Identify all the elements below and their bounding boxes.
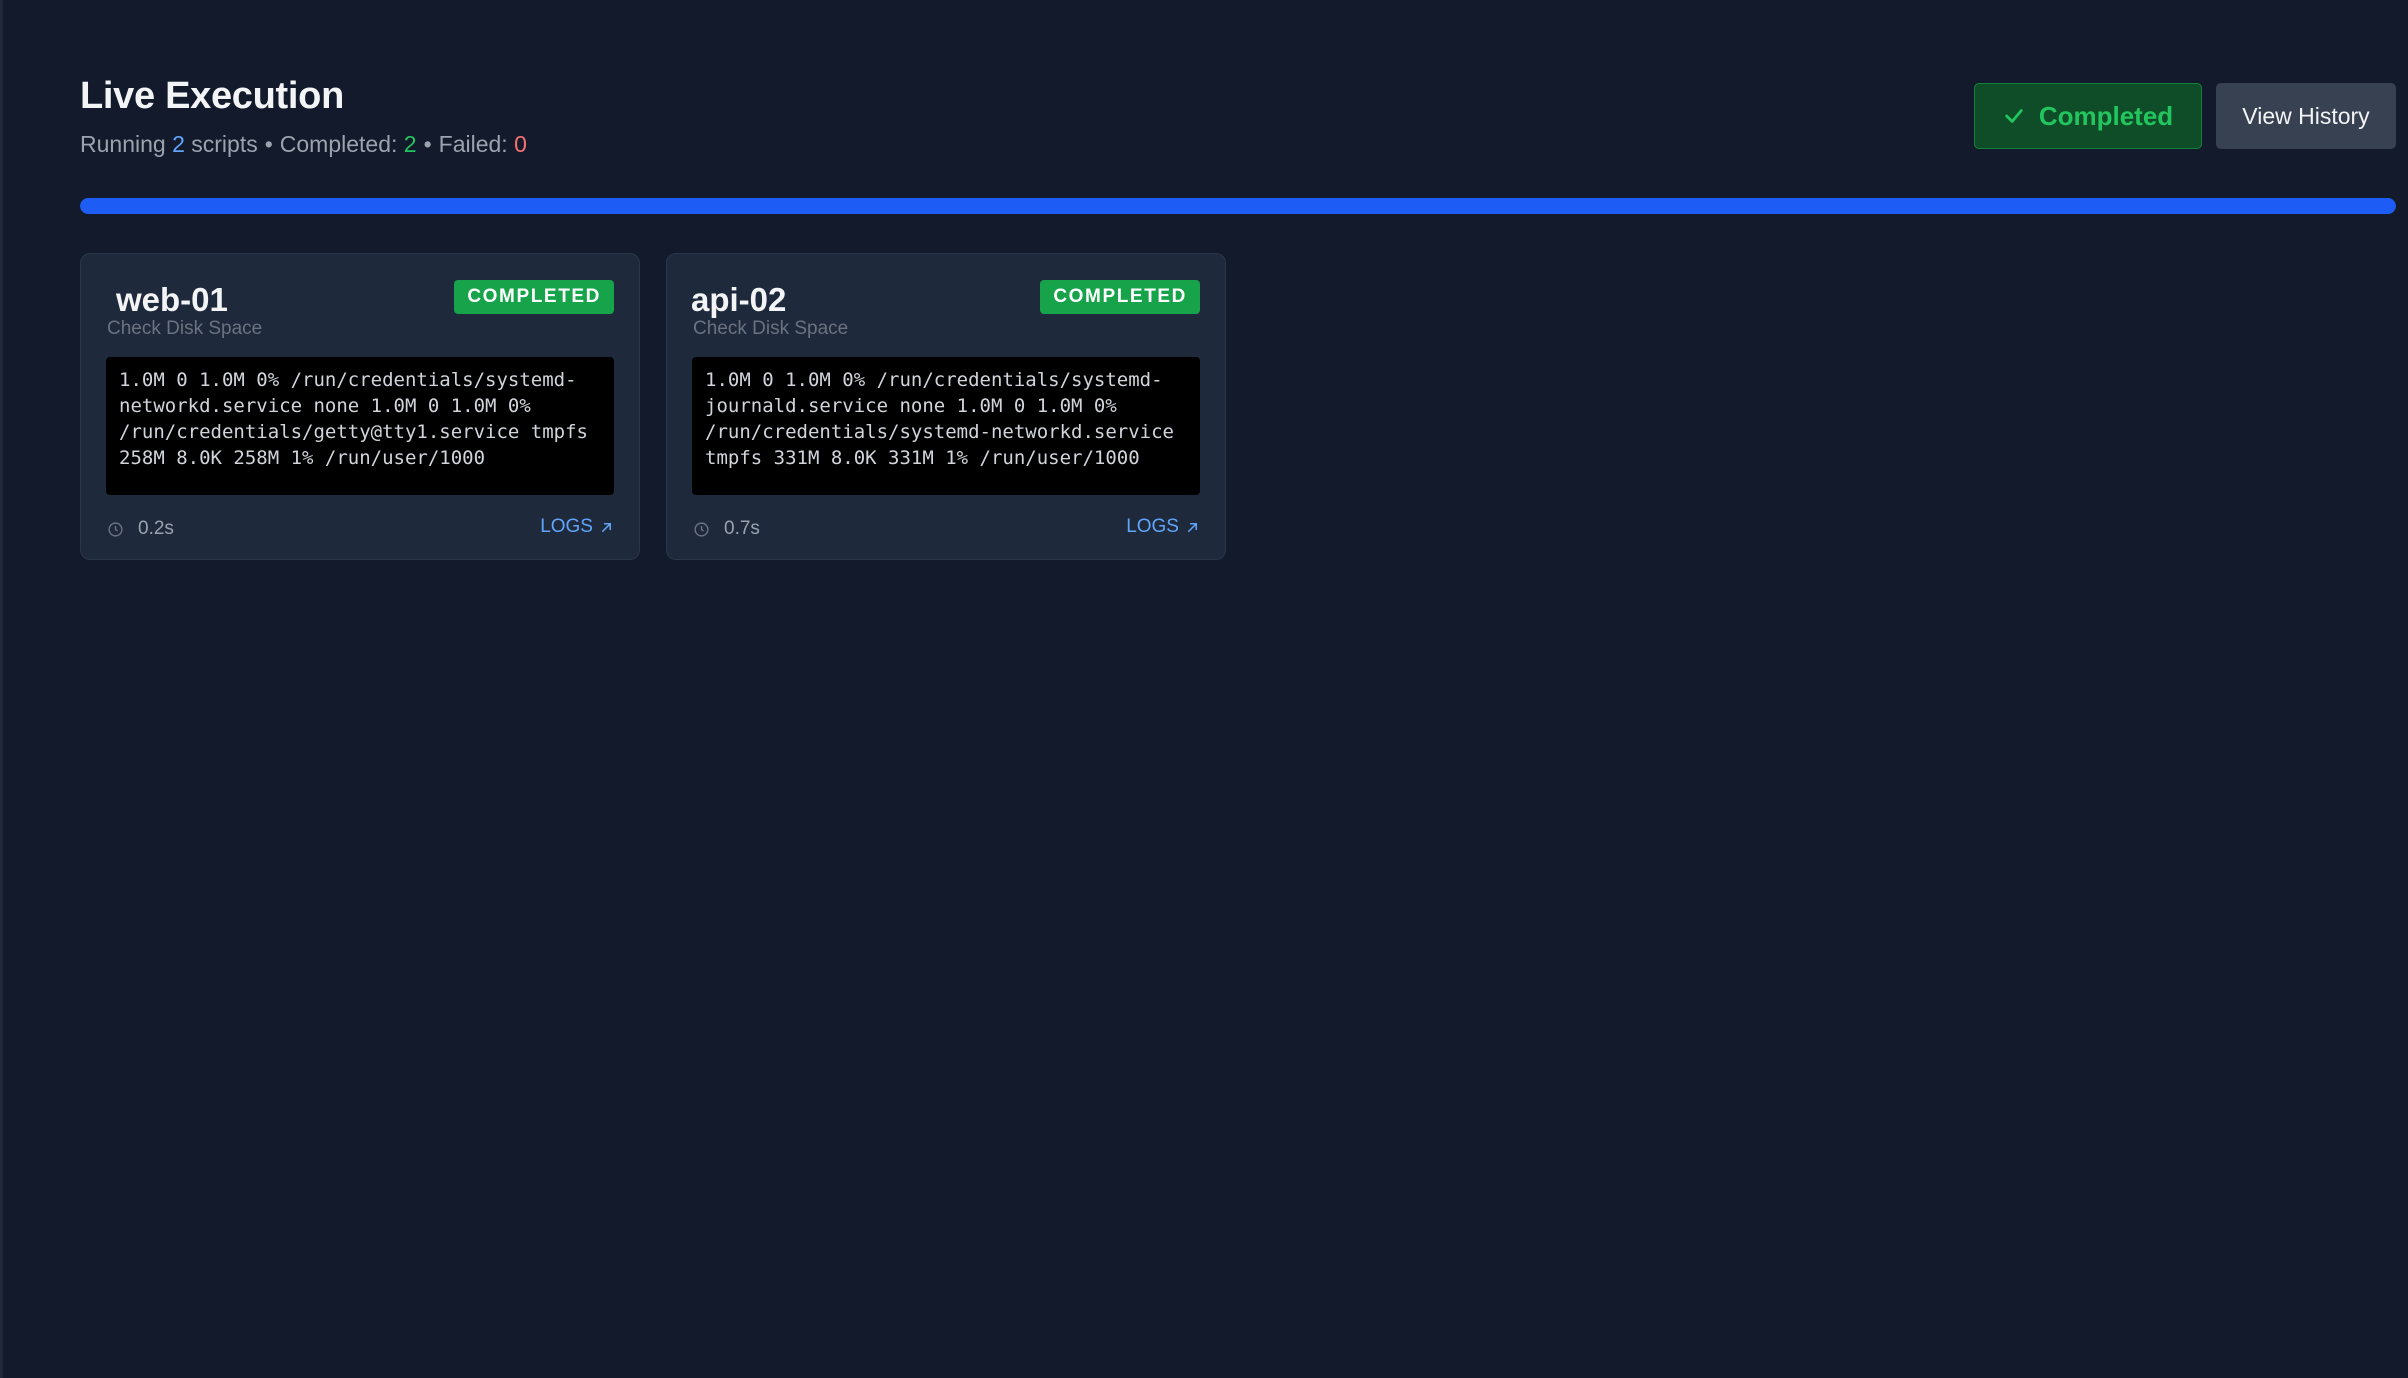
script-name: Check Disk Space xyxy=(107,318,263,339)
logs-link[interactable]: LOGS xyxy=(540,516,614,538)
clock-icon xyxy=(694,521,709,537)
script-name: Check Disk Space xyxy=(693,318,849,339)
running-prefix: Running xyxy=(80,131,166,157)
view-history-button[interactable]: View History xyxy=(2216,83,2396,149)
completed-status-button[interactable]: Completed xyxy=(1974,83,2202,149)
duration: 0.7s xyxy=(693,518,760,540)
external-arrow-icon xyxy=(1187,522,1198,532)
completed-count: 2 xyxy=(403,131,417,157)
left-border xyxy=(0,0,3,1378)
summary-separator: • xyxy=(423,131,432,157)
host-card-web-01: web-01 Check Disk Space COMPLETED 1.0M 0… xyxy=(80,253,640,560)
progress-fill xyxy=(80,198,2396,214)
completed-status-label: Completed xyxy=(2038,100,2174,131)
logs-label: LOGS xyxy=(540,516,593,537)
script-output: 1.0M 0 1.0M 0% /run/credentials/systemd-… xyxy=(106,357,614,495)
failed-label: Failed: xyxy=(438,131,508,157)
clock-icon xyxy=(108,521,123,537)
running-count: 2 xyxy=(172,131,185,157)
execution-summary: Running 2 scripts • Completed: 2 • Failed: 0 xyxy=(80,128,527,160)
check-icon xyxy=(2005,109,2023,123)
host-card-api-02: api-02 Check Disk Space COMPLETED 1.0M 0… xyxy=(666,253,1226,560)
duration-value: 0.7s xyxy=(724,518,760,539)
status-badge: COMPLETED xyxy=(454,280,614,314)
progress-bar xyxy=(80,198,2396,214)
host-name: web-01 xyxy=(116,281,228,318)
failed-count: 0 xyxy=(514,131,527,157)
status-badge: COMPLETED xyxy=(1040,280,1200,314)
duration-value: 0.2s xyxy=(138,518,174,539)
script-output: 1.0M 0 1.0M 0% /run/credentials/systemd-… xyxy=(692,357,1200,495)
page-title: Live Execution xyxy=(80,75,344,117)
completed-label: Completed: xyxy=(279,131,398,157)
summary-separator: • xyxy=(264,131,273,157)
logs-link[interactable]: LOGS xyxy=(1126,516,1200,538)
host-name: api-02 xyxy=(691,281,787,318)
external-arrow-icon xyxy=(601,522,612,532)
logs-label: LOGS xyxy=(1126,516,1179,537)
page-header: Live Execution Running 2 scripts • Complet… xyxy=(80,72,527,160)
running-suffix: scripts xyxy=(191,131,258,157)
duration: 0.2s xyxy=(107,518,174,540)
